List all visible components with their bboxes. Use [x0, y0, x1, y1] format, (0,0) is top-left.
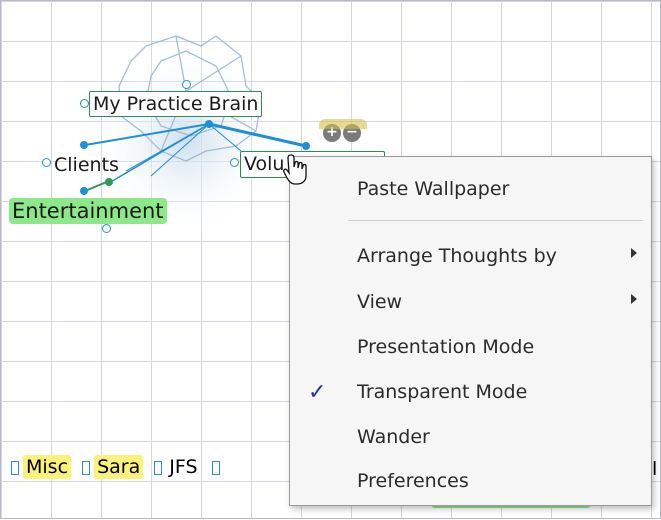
- pinned-label: Sara: [94, 455, 144, 479]
- menu-label: Preferences: [357, 470, 469, 492]
- pinned-item-sara[interactable]: Sara: [82, 455, 144, 479]
- menu-label: Wander: [357, 426, 430, 448]
- entertainment-child-gate[interactable]: [102, 224, 111, 233]
- entertainment-link-dot: [105, 178, 113, 186]
- thought-volunteer-label: Volu: [244, 153, 285, 175]
- volunteer-link-dot: [302, 142, 310, 150]
- menu-preferences[interactable]: Preferences: [290, 467, 651, 497]
- clients-jump-gate[interactable]: [42, 158, 51, 167]
- central-thought[interactable]: My Practice Brain: [89, 91, 263, 117]
- pinned-item-misc[interactable]: Misc: [11, 455, 72, 479]
- volunteer-jump-gate[interactable]: [230, 158, 239, 167]
- menu-arrange-thoughts-by[interactable]: Arrange Thoughts by: [290, 242, 651, 272]
- menu-separator: [348, 220, 643, 221]
- checkmark-icon: ✓: [308, 380, 327, 405]
- submenu-arrow-icon: [631, 248, 637, 258]
- menu-label: Paste Wallpaper: [357, 178, 510, 200]
- pin-gate-icon: [211, 460, 220, 475]
- menu-presentation-mode[interactable]: Presentation Mode: [290, 333, 651, 363]
- menu-label: Presentation Mode: [357, 336, 535, 358]
- menu-transparent-mode[interactable]: ✓ Transparent Mode: [290, 378, 651, 408]
- central-parent-gate[interactable]: [182, 80, 191, 89]
- thought-clients[interactable]: Clients: [54, 153, 119, 177]
- expand-controls-highlight: [319, 119, 367, 129]
- menu-label: View: [357, 291, 403, 313]
- plex-canvas[interactable]: My Practice Brain Clients Entertainment …: [0, 0, 661, 519]
- pinned-label: JFS: [169, 456, 198, 478]
- link-volunteer: [208, 122, 307, 148]
- thought-entertainment[interactable]: Entertainment: [9, 198, 167, 224]
- pinned-trailing-text: l: [652, 458, 658, 480]
- hand-pointer-icon: [283, 154, 307, 185]
- menu-label: Transparent Mode: [357, 381, 528, 403]
- submenu-arrow-icon: [631, 294, 637, 304]
- central-link-dot: [205, 120, 213, 128]
- menu-wander[interactable]: Wander: [290, 423, 651, 453]
- pinned-item-jfs[interactable]: JFS: [154, 456, 200, 478]
- central-jump-gate[interactable]: [80, 99, 89, 108]
- pinned-label: Misc: [23, 455, 72, 479]
- clients-link-dot: [80, 141, 88, 149]
- menu-label: Arrange Thoughts by: [357, 245, 557, 267]
- pinned-item-next[interactable]: [211, 456, 224, 478]
- context-menu: Paste Wallpaper Arrange Thoughts by View…: [289, 156, 652, 506]
- pin-gate-icon: [82, 460, 91, 475]
- pin-gate-icon: [154, 460, 163, 475]
- menu-view[interactable]: View: [290, 288, 651, 318]
- pinned-thoughts-strip: Misc Sara JFS: [11, 455, 229, 479]
- menu-paste-wallpaper[interactable]: Paste Wallpaper: [290, 175, 651, 205]
- entertainment-left-dot: [80, 187, 88, 195]
- pin-gate-icon: [11, 460, 19, 475]
